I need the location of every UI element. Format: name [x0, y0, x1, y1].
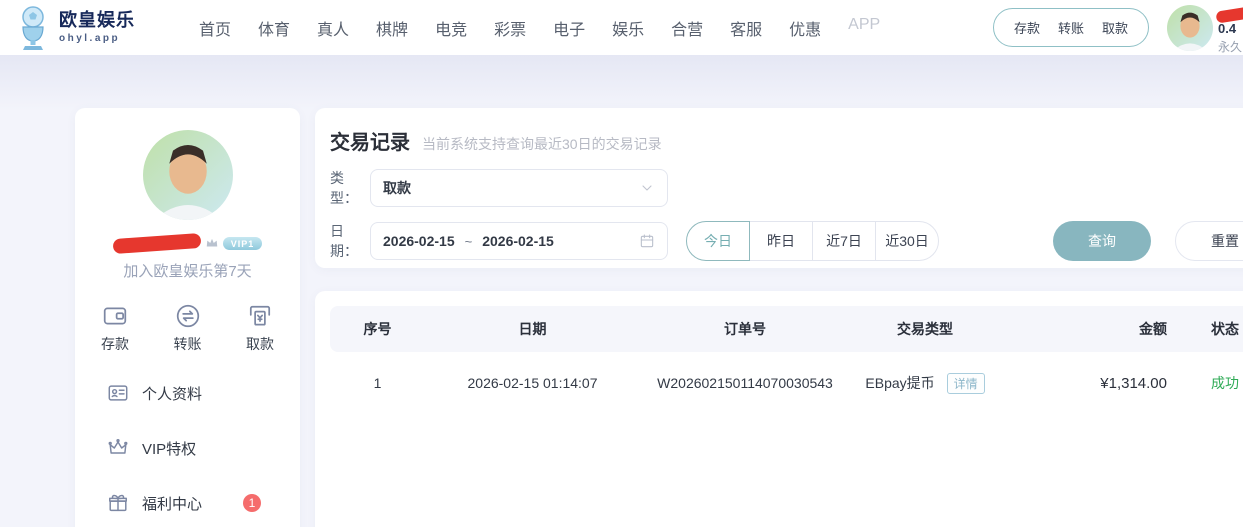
- user-meta: 0.4 永久: [1218, 5, 1243, 55]
- range-7days-button[interactable]: 近7日: [812, 221, 876, 261]
- wallet-icon: [102, 303, 128, 329]
- transfer-link[interactable]: 转账: [1058, 18, 1084, 37]
- header-gradient: [0, 55, 1243, 110]
- sidebar-withdraw-button[interactable]: 取款: [246, 303, 274, 354]
- sidebar-item-vip[interactable]: VIP特权: [107, 437, 300, 459]
- sidebar-withdraw-label: 取款: [246, 334, 274, 354]
- nav-app[interactable]: APP: [848, 16, 880, 40]
- date-separator: ~: [465, 234, 473, 249]
- col-amount: 金额: [1000, 306, 1175, 352]
- sidebar-deposit-button[interactable]: 存款: [101, 303, 129, 354]
- nav-lottery[interactable]: 彩票: [494, 16, 526, 40]
- atm-icon: [247, 303, 273, 329]
- sidebar-item-rewards[interactable]: 福利中心 1: [107, 492, 300, 514]
- brand-domain: ohyl.app: [59, 33, 135, 44]
- reset-button[interactable]: 重置: [1175, 221, 1243, 261]
- sidebar-transfer-label: 转账: [174, 334, 202, 354]
- avatar-photo: [143, 130, 233, 220]
- col-order-no: 订单号: [640, 306, 850, 352]
- cell-type: EBpay提币 详情: [850, 352, 1000, 414]
- cell-index: 1: [330, 352, 425, 414]
- type-select-value: 取款: [383, 178, 411, 198]
- profile-avatar[interactable]: [143, 130, 233, 220]
- transaction-filter-panel: 交易记录 当前系统支持查询最近30日的交易记录 类型： 取款 日期： 2026-…: [315, 108, 1243, 268]
- col-type: 交易类型: [850, 306, 1000, 352]
- quick-actions: 存款 转账 取款: [75, 303, 300, 354]
- range-yesterday-button[interactable]: 昨日: [749, 221, 813, 261]
- cell-status: 成功: [1175, 352, 1243, 414]
- transactions-table: 序号 日期 订单号 交易类型 金额 状态 1 2026-02-15 01:14:…: [330, 306, 1243, 414]
- withdraw-link[interactable]: 取款: [1102, 18, 1128, 37]
- transaction-table-panel: 序号 日期 订单号 交易类型 金额 状态 1 2026-02-15 01:14:…: [315, 291, 1243, 527]
- cell-order-no: W202602150114070030543: [640, 352, 850, 414]
- nav-board-games[interactable]: 棋牌: [376, 16, 408, 40]
- detail-link[interactable]: 详情: [947, 373, 985, 394]
- join-days-text: 加入欧皇娱乐第7天: [75, 260, 300, 281]
- nav-esports[interactable]: 电竞: [435, 16, 467, 40]
- nav-promotions[interactable]: 优惠: [789, 16, 821, 40]
- top-navigation-bar: 欧皇娱乐 ohyl.app 首页 体育 真人 棋牌 电竞 彩票 电子 娱乐 合营…: [0, 0, 1243, 55]
- trophy-logo-icon: [14, 5, 52, 51]
- date-to-value: 2026-02-15: [482, 233, 554, 249]
- range-today-button[interactable]: 今日: [686, 221, 750, 261]
- user-avatar[interactable]: [1167, 5, 1213, 51]
- nav-home[interactable]: 首页: [199, 16, 231, 40]
- quick-range-group: 今日 昨日 近7日 近30日: [686, 221, 939, 261]
- sidebar-item-label: 福利中心: [142, 493, 202, 514]
- chevron-down-icon: [639, 180, 655, 196]
- brand-name: 欧皇娱乐: [59, 11, 135, 31]
- date-from-value: 2026-02-15: [383, 233, 455, 249]
- id-card-icon: [107, 382, 129, 404]
- sidebar-item-profile[interactable]: 个人资料: [107, 382, 300, 404]
- col-date: 日期: [425, 306, 640, 352]
- page-subtitle: 当前系统支持查询最近30日的交易记录: [422, 134, 662, 154]
- notification-badge: 1: [243, 494, 261, 512]
- vip-level-badge: VIP1: [223, 237, 263, 250]
- brand-logo[interactable]: 欧皇娱乐 ohyl.app: [14, 5, 135, 51]
- deposit-link[interactable]: 存款: [1014, 18, 1040, 37]
- sidebar-item-label: VIP特权: [142, 438, 196, 459]
- cell-date: 2026-02-15 01:14:07: [425, 352, 640, 414]
- range-30days-button[interactable]: 近30日: [875, 221, 939, 261]
- sidebar-deposit-label: 存款: [101, 334, 129, 354]
- redacted-username: [112, 232, 201, 253]
- profile-sidebar: VIP1 加入欧皇娱乐第7天 存款 转账 取款: [75, 108, 300, 527]
- nav-sports[interactable]: 体育: [258, 16, 290, 40]
- sidebar-transfer-button[interactable]: 转账: [174, 303, 202, 354]
- calendar-icon: [639, 233, 655, 249]
- search-button[interactable]: 查询: [1053, 221, 1151, 261]
- sidebar-item-label: 个人资料: [142, 383, 202, 404]
- nav-partnership[interactable]: 合营: [671, 16, 703, 40]
- avatar-photo: [1167, 5, 1213, 51]
- table-row: 1 2026-02-15 01:14:07 W20260215011407003…: [330, 352, 1243, 414]
- date-range-picker[interactable]: 2026-02-15 ~ 2026-02-15: [370, 222, 668, 260]
- date-filter-label: 日期：: [330, 221, 370, 261]
- wallet-actions-group: 存款 转账 取款: [993, 8, 1149, 47]
- user-chip[interactable]: 0.4 永久: [1167, 1, 1243, 55]
- table-header-row: 序号 日期 订单号 交易类型 金额 状态: [330, 306, 1243, 352]
- main-nav: 首页 体育 真人 棋牌 电竞 彩票 电子 娱乐 合营 客服 优惠 APP: [199, 16, 880, 40]
- nav-entertainment[interactable]: 娱乐: [612, 16, 644, 40]
- transaction-type-text: EBpay提币: [865, 375, 934, 391]
- nav-support[interactable]: 客服: [730, 16, 762, 40]
- page-title: 交易记录: [330, 126, 410, 155]
- col-status: 状态: [1175, 306, 1243, 352]
- type-select[interactable]: 取款: [370, 169, 668, 207]
- vip-crown-icon: [205, 236, 219, 250]
- transfer-icon: [175, 303, 201, 329]
- vip-duration-label: 永久: [1218, 38, 1243, 55]
- col-index: 序号: [330, 306, 425, 352]
- sidebar-menu: 个人资料 VIP特权 福利中心 1: [75, 382, 300, 514]
- redacted-username: [1215, 2, 1243, 23]
- crown-icon: [107, 437, 129, 459]
- nav-live[interactable]: 真人: [317, 16, 349, 40]
- nav-slots[interactable]: 电子: [553, 16, 585, 40]
- type-filter-label: 类型：: [330, 168, 370, 208]
- gift-icon: [107, 492, 129, 514]
- cell-amount: ¥1,314.00: [1000, 352, 1175, 414]
